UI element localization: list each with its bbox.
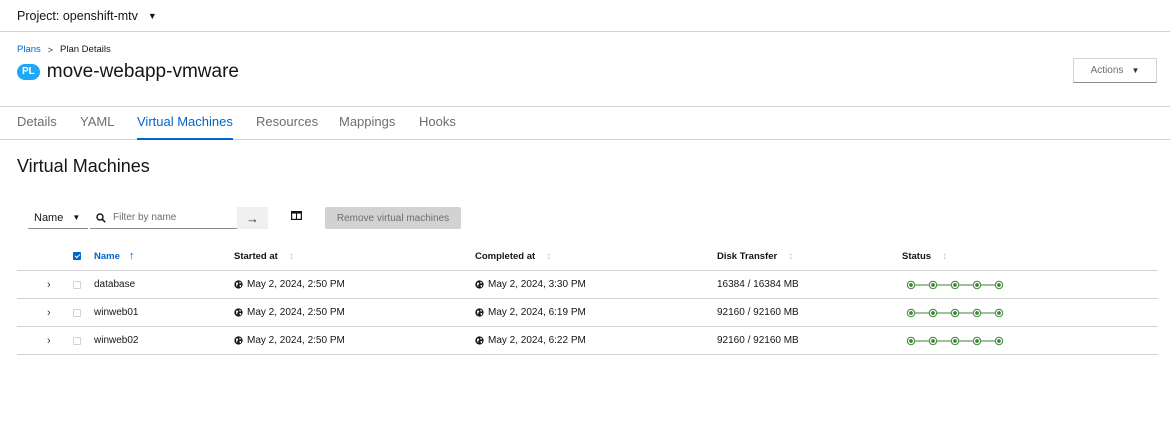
- column-disk-transfer[interactable]: Disk Transfer ↕: [717, 242, 793, 270]
- started-time: May 2, 2024, 2:50 PM: [247, 335, 345, 346]
- filter-placeholder: Filter by name: [113, 212, 177, 223]
- arrow-right-icon: →: [246, 210, 259, 226]
- caret-down-icon: ▼: [147, 10, 157, 21]
- completed-cell: May 2, 2024, 6:19 PM: [475, 299, 586, 326]
- expand-row-icon[interactable]: ›: [47, 327, 51, 354]
- table-row: › winweb01 May 2, 2024, 2:50 PM May 2, 2…: [17, 299, 1158, 327]
- project-label: Project: openshift-mtv: [17, 8, 138, 23]
- column-completed[interactable]: Completed at ↕: [475, 242, 551, 270]
- pipeline-status-icon[interactable]: [903, 336, 1007, 346]
- row-checkbox-cell: [73, 271, 81, 298]
- column-completed-label: Completed at: [475, 250, 536, 262]
- completed-time: May 2, 2024, 3:30 PM: [488, 279, 586, 290]
- chevron-right-icon: >: [47, 44, 54, 55]
- row-checkbox[interactable]: [73, 280, 81, 289]
- column-name[interactable]: Name ↑: [94, 242, 134, 270]
- completed-time: May 2, 2024, 6:19 PM: [488, 307, 586, 318]
- globe-icon: [475, 308, 484, 317]
- tab-virtual-machines[interactable]: Virtual Machines: [137, 114, 233, 140]
- header-checkbox-cell: [73, 242, 81, 270]
- caret-down-icon: ▼: [72, 213, 81, 222]
- started-time: May 2, 2024, 2:50 PM: [247, 307, 345, 318]
- section-title: Virtual Machines: [17, 156, 150, 176]
- filter-input[interactable]: Filter by name: [90, 207, 237, 229]
- tab-resources[interactable]: Resources: [256, 114, 318, 129]
- started-cell: May 2, 2024, 2:50 PM: [234, 271, 345, 298]
- tab-mappings[interactable]: Mappings: [339, 114, 395, 129]
- select-all-checkbox[interactable]: [73, 252, 81, 260]
- started-cell: May 2, 2024, 2:50 PM: [234, 299, 345, 326]
- disk-transfer: 92160 / 92160 MB: [717, 335, 799, 346]
- tab-hooks[interactable]: Hooks: [419, 114, 456, 129]
- row-checkbox-cell: [73, 327, 81, 354]
- tab-yaml[interactable]: YAML: [80, 114, 114, 129]
- actions-dropdown[interactable]: Actions ▼: [1073, 58, 1157, 83]
- sort-ascending-icon: ↑: [128, 250, 135, 262]
- page-title: move-webapp-vmware: [46, 61, 239, 82]
- filter-type-select[interactable]: Name ▼: [28, 207, 88, 229]
- pipeline-status-icon[interactable]: [903, 308, 1007, 318]
- expand-row-icon[interactable]: ›: [47, 271, 51, 298]
- globe-icon: [234, 336, 243, 345]
- column-name-label: Name: [94, 250, 120, 262]
- status-pipeline-cell: [903, 299, 1007, 326]
- started-time: May 2, 2024, 2:50 PM: [247, 279, 345, 290]
- caret-down-icon: ▼: [1131, 66, 1140, 75]
- tab-details[interactable]: Details: [17, 114, 57, 129]
- vm-table: Name ↑ Started at ↕ Completed at ↕ Disk …: [17, 242, 1158, 355]
- manage-columns-icon[interactable]: [291, 211, 302, 220]
- plan-badge: PL: [17, 64, 40, 80]
- disk-transfer: 16384 / 16384 MB: [717, 279, 799, 290]
- vm-name: winweb02: [94, 335, 139, 346]
- column-started[interactable]: Started at ↕: [234, 242, 294, 270]
- sort-icon: ↕: [288, 250, 294, 262]
- column-started-label: Started at: [234, 250, 278, 262]
- actions-label: Actions: [1090, 65, 1124, 76]
- expand-row-icon[interactable]: ›: [47, 299, 51, 326]
- table-header: Name ↑ Started at ↕ Completed at ↕ Disk …: [17, 242, 1158, 271]
- project-selector[interactable]: Project: openshift-mtv ▼: [0, 0, 1170, 32]
- search-submit-button[interactable]: →: [237, 207, 268, 229]
- started-cell: May 2, 2024, 2:50 PM: [234, 327, 345, 354]
- pipeline-status-icon[interactable]: [903, 280, 1007, 290]
- sort-icon: ↕: [546, 250, 552, 262]
- breadcrumb-current: Plan Details: [60, 44, 111, 55]
- disk-transfer: 92160 / 92160 MB: [717, 307, 799, 318]
- row-checkbox[interactable]: [73, 308, 81, 317]
- remove-vms-button[interactable]: Remove virtual machines: [325, 207, 461, 229]
- row-checkbox-cell: [73, 299, 81, 326]
- sort-icon: ↕: [788, 250, 794, 262]
- page-header: PL move-webapp-vmware: [17, 61, 239, 83]
- vm-name: winweb01: [94, 307, 139, 318]
- status-pipeline-cell: [903, 271, 1007, 298]
- breadcrumb: Plans > Plan Details: [17, 44, 111, 55]
- filter-type-label: Name: [34, 211, 64, 224]
- column-disk-label: Disk Transfer: [717, 250, 778, 262]
- table-row: › winweb02 May 2, 2024, 2:50 PM May 2, 2…: [17, 327, 1158, 355]
- globe-icon: [475, 280, 484, 289]
- row-checkbox[interactable]: [73, 336, 81, 345]
- sort-icon: ↕: [942, 250, 948, 262]
- completed-cell: May 2, 2024, 3:30 PM: [475, 271, 586, 298]
- completed-time: May 2, 2024, 6:22 PM: [488, 335, 586, 346]
- tab-bar: Details YAML Virtual Machines Resources …: [0, 106, 1170, 140]
- globe-icon: [234, 308, 243, 317]
- breadcrumb-plans-link[interactable]: Plans: [17, 44, 41, 55]
- table-row: › database May 2, 2024, 2:50 PM May 2, 2…: [17, 271, 1158, 299]
- completed-cell: May 2, 2024, 6:22 PM: [475, 327, 586, 354]
- vm-name: database: [94, 279, 136, 290]
- search-icon: [96, 212, 106, 223]
- column-status-label: Status: [902, 250, 932, 262]
- column-status[interactable]: Status ↕: [902, 242, 947, 270]
- globe-icon: [234, 280, 243, 289]
- globe-icon: [475, 336, 484, 345]
- status-pipeline-cell: [903, 327, 1007, 354]
